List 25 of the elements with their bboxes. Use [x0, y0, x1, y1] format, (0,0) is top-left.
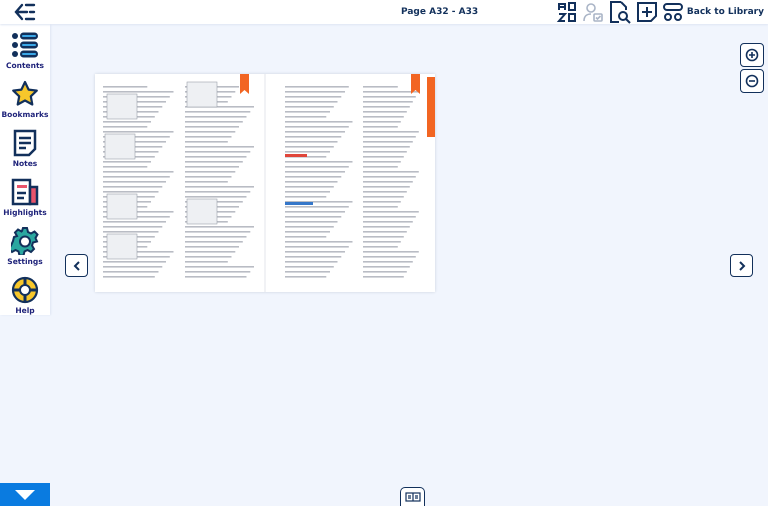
layout-icon[interactable] [662, 1, 684, 23]
back-arrow-icon[interactable] [14, 3, 36, 21]
zoom-in-button[interactable] [740, 43, 764, 67]
page-view-button[interactable] [400, 487, 425, 506]
next-page-button[interactable] [730, 254, 753, 277]
book-icon [404, 492, 420, 502]
collapse-button[interactable] [0, 483, 50, 506]
gear-icon [11, 227, 39, 255]
lifebuoy-icon [11, 276, 39, 304]
chevron-right-icon [738, 260, 746, 270]
page-title: Page A32 - A33 [401, 7, 478, 17]
star-icon [11, 80, 39, 108]
document-highlight-icon [11, 178, 39, 206]
add-note-icon[interactable] [636, 1, 658, 23]
note-icon [11, 129, 39, 157]
back-to-library-link[interactable]: Back to Library [686, 7, 764, 17]
list-icon [11, 31, 39, 59]
zoom-out-button[interactable] [740, 69, 764, 93]
previous-page-button[interactable] [65, 254, 88, 277]
search-icon[interactable] [608, 0, 632, 24]
sort-icon[interactable] [556, 1, 578, 23]
zoom-out-icon [745, 74, 759, 88]
chevron-left-icon [72, 260, 80, 270]
caret-down-icon [15, 490, 35, 500]
zoom-in-icon [745, 48, 759, 62]
